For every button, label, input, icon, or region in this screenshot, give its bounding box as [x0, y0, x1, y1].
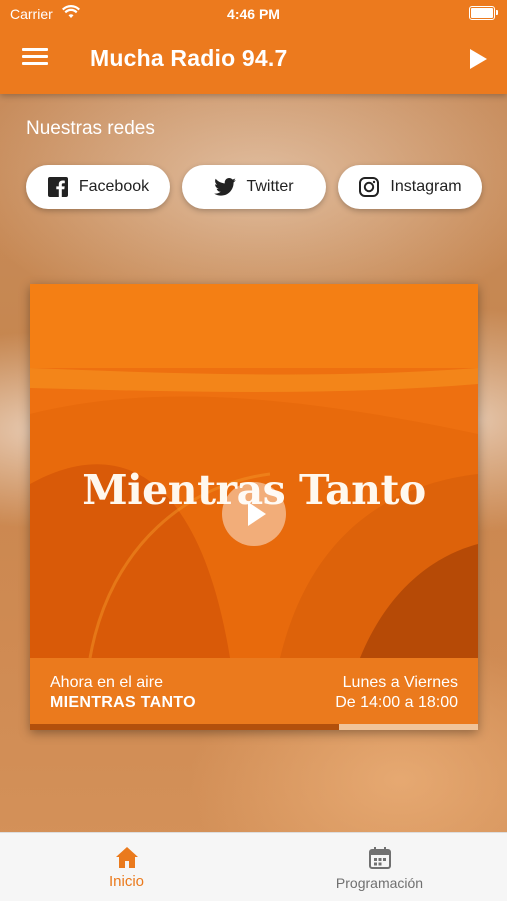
- twitter-label: Twitter: [246, 178, 294, 195]
- instagram-icon: [358, 176, 380, 198]
- show-progress-bar: [30, 724, 478, 730]
- facebook-label: Facebook: [78, 178, 150, 195]
- battery-icon: [469, 6, 498, 20]
- play-overlay-icon[interactable]: [222, 482, 286, 546]
- tab-programacion[interactable]: Programación: [253, 833, 506, 901]
- show-hours: De 14:00 a 18:00: [335, 694, 458, 711]
- twitter-icon: [214, 176, 237, 198]
- status-time: 4:46 PM: [227, 6, 280, 22]
- now-playing-info: Ahora en el aire MIENTRAS TANTO Lunes a …: [30, 658, 478, 724]
- now-playing-card: Mientras Tanto Ahora en el aire MIENTRAS…: [30, 284, 478, 730]
- home-icon: [114, 845, 140, 871]
- show-artwork: Mientras Tanto: [30, 284, 478, 659]
- tab-inicio-label: Inicio: [108, 873, 145, 890]
- app-title: Mucha Radio 94.7: [90, 45, 288, 71]
- instagram-button[interactable]: Instagram: [338, 165, 482, 209]
- hamburger-menu-icon[interactable]: [22, 48, 48, 70]
- calendar-icon: [367, 845, 393, 871]
- facebook-button[interactable]: Facebook: [26, 165, 170, 209]
- show-progress-fill: [30, 724, 340, 730]
- app-header: Carrier 4:46 PM Mucha Radio 94.7: [0, 0, 507, 94]
- twitter-button[interactable]: Twitter: [182, 165, 326, 209]
- tab-inicio[interactable]: Inicio: [0, 833, 253, 901]
- tab-programacion-label: Programación: [335, 875, 424, 891]
- on-air-label: Ahora en el aire: [50, 674, 163, 691]
- tab-bar: Inicio Programación: [0, 832, 507, 901]
- show-name: MIENTRAS TANTO: [50, 694, 196, 711]
- instagram-label: Instagram: [390, 178, 462, 195]
- status-bar: Carrier 4:46 PM: [0, 0, 507, 28]
- social-section-title: Nuestras redes: [26, 118, 155, 139]
- play-icon[interactable]: [467, 48, 489, 70]
- show-days: Lunes a Viernes: [342, 674, 458, 691]
- facebook-icon: [47, 176, 69, 198]
